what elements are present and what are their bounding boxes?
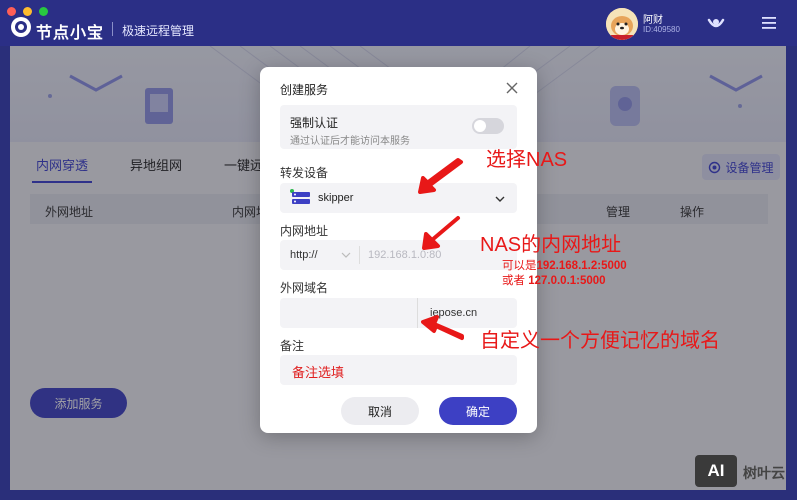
internal-address-label: 内网地址: [280, 224, 329, 238]
annotation-example-1-prefix: 可以是: [502, 260, 537, 272]
forward-device-value: skipper: [318, 192, 354, 204]
nas-device-icon: [292, 192, 310, 204]
external-domain-input[interactable]: [280, 298, 416, 328]
user-id: ID:409580: [643, 25, 680, 34]
cancel-button[interactable]: 取消: [341, 397, 419, 425]
user-name: 阿财: [643, 15, 663, 26]
protocol-chevron-down-icon: [341, 252, 351, 258]
menu-icon[interactable]: [758, 12, 780, 34]
annotation-example-line-1: 可以是192.168.1.2:5000: [502, 257, 627, 273]
forward-device-label: 转发设备: [280, 166, 329, 180]
window-zoom-button[interactable]: [39, 7, 48, 16]
toggle-knob: [474, 120, 486, 132]
annotation-example-2-value: 127.0.0.1:5000: [528, 275, 606, 287]
annotation-nas-internal-address: NAS的内网地址: [480, 234, 622, 256]
watermark-ai-badge: AI: [695, 455, 737, 487]
annotation-example-1-value: 192.168.1.2:5000: [536, 260, 627, 272]
confirm-button[interactable]: 确定: [439, 397, 517, 425]
forward-device-select[interactable]: skipper: [280, 183, 517, 213]
close-icon[interactable]: [505, 81, 519, 95]
domain-suffix: iepose.cn: [430, 307, 478, 319]
avatar[interactable]: [606, 8, 638, 40]
app-subtitle: 极速远程管理: [122, 24, 195, 38]
dialog-title: 创建服务: [280, 83, 329, 97]
force-auth-title: 强制认证: [290, 116, 339, 130]
force-auth-toggle[interactable]: [472, 118, 504, 134]
remark-label: 备注: [280, 339, 305, 353]
remark-field[interactable]: 备注选填: [280, 355, 517, 385]
avatar-dog-icon: [606, 8, 638, 40]
protocol-select[interactable]: http://: [290, 249, 318, 261]
network-icon[interactable]: [705, 12, 727, 34]
force-auth-row: 强制认证 通过认证后才能访问本服务: [280, 105, 517, 149]
annotation-example-2-prefix: 或者: [502, 275, 529, 287]
annotation-example-line-2: 或者 127.0.0.1:5000: [502, 272, 606, 288]
watermark-text: 树叶云: [743, 465, 785, 481]
title-bar: 节点小宝 极速远程管理 阿财 ID:409580: [0, 0, 797, 46]
annotation-select-nas: 选择NAS: [486, 149, 568, 171]
logo-icon: [11, 17, 31, 37]
watermark: AI 树叶云: [695, 453, 792, 489]
title-divider: [112, 22, 113, 36]
external-domain-label: 外网域名: [280, 281, 329, 295]
app-name: 节点小宝: [36, 25, 105, 42]
domain-divider: [417, 298, 418, 328]
window-close-button[interactable]: [7, 7, 16, 16]
annotation-custom-domain: 自定义一个方便记忆的域名: [480, 330, 720, 352]
window-minimize-button[interactable]: [23, 7, 32, 16]
chevron-down-icon: [495, 196, 505, 202]
remark-input: 备注选填: [292, 365, 345, 380]
force-auth-description: 通过认证后才能访问本服务: [290, 136, 410, 147]
protocol-divider: [359, 246, 360, 264]
